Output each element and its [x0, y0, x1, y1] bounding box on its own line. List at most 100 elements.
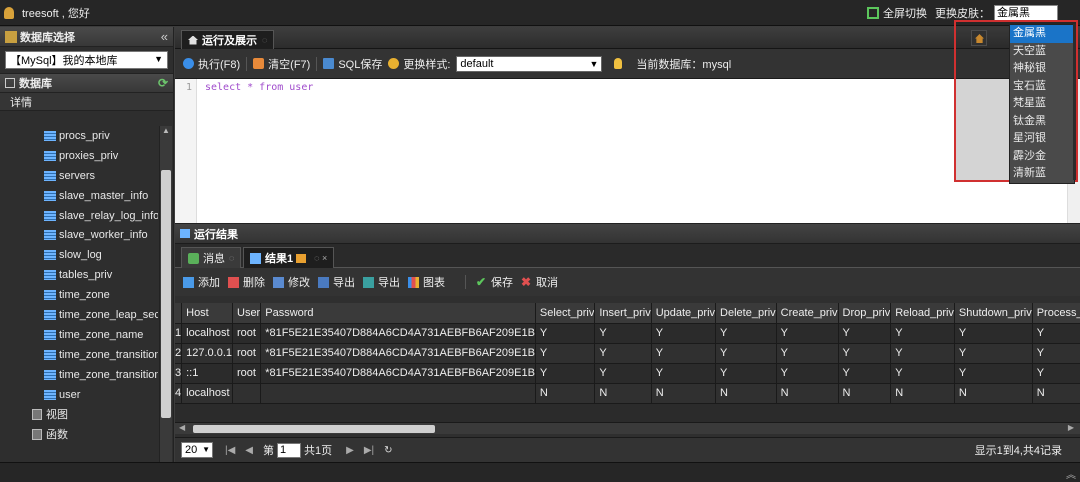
column-header[interactable]: User	[232, 303, 262, 324]
table-cell[interactable]: Y	[535, 363, 596, 384]
table-cell[interactable]: localhost	[181, 323, 233, 344]
tree-item-table[interactable]: time_zone_transition_	[0, 365, 158, 385]
table-cell[interactable]: N	[838, 383, 892, 404]
tree-item-table[interactable]: tables_priv	[0, 265, 158, 285]
table-cell[interactable]	[260, 383, 536, 404]
tab-run-and-display[interactable]: 运行及展示 ◌	[181, 30, 275, 49]
tree-item-table[interactable]: proxies_priv	[0, 146, 158, 166]
tree-item-folder[interactable]: 函数	[0, 424, 158, 441]
scroll-thumb[interactable]	[161, 170, 171, 418]
table-cell[interactable]: Y	[594, 323, 652, 344]
table-cell[interactable]: Y	[1032, 323, 1080, 344]
column-header[interactable]: Insert_priv	[594, 303, 652, 324]
sql-code[interactable]: select * from user	[205, 82, 313, 93]
table-cell[interactable]: N	[535, 383, 596, 404]
skin-select[interactable]: 金属黑	[994, 5, 1058, 21]
table-cell[interactable]: N	[954, 383, 1033, 404]
table-cell[interactable]: Y	[594, 343, 652, 364]
skin-dropdown-scrollbar[interactable]	[1073, 24, 1076, 180]
tree-item-table[interactable]: servers	[0, 166, 158, 186]
table-cell[interactable]: Y	[651, 323, 717, 344]
expand-up-icon[interactable]: ︽	[1066, 466, 1076, 481]
tree-item-table[interactable]: procs_priv	[0, 126, 158, 146]
table-cell[interactable]: N	[776, 383, 839, 404]
tab-message[interactable]: 消息 ◌	[181, 247, 242, 268]
collapse-icon[interactable]: «	[161, 29, 168, 44]
skin-option[interactable]: 清新蓝	[1010, 165, 1074, 183]
tree-item-table[interactable]: slave_relay_log_info	[0, 206, 158, 226]
table-cell[interactable]: Y	[594, 363, 652, 384]
table-cell[interactable]: Y	[535, 323, 596, 344]
skin-option[interactable]: 梵星蓝	[1010, 95, 1074, 113]
table-cell[interactable]: Y	[890, 323, 955, 344]
tree-item-table[interactable]: slave_master_info	[0, 186, 158, 206]
table-cell[interactable]: Y	[776, 323, 839, 344]
detail-label[interactable]: 详情	[0, 93, 173, 111]
page-size-select[interactable]: 20 ▼	[181, 442, 213, 458]
column-header[interactable]: Select_priv	[535, 303, 596, 324]
skin-option[interactable]: 宝石蓝	[1010, 78, 1074, 96]
tree-item-table[interactable]: slow_log	[0, 245, 158, 265]
table-cell[interactable]: Y	[715, 363, 777, 384]
column-header[interactable]: Reload_priv	[890, 303, 955, 324]
column-header[interactable]: Shutdown_priv	[954, 303, 1033, 324]
close-icon[interactable]: ◌	[229, 253, 234, 263]
table-row[interactable]: 4 localhost N N N N N N N N N	[175, 383, 1080, 404]
column-header[interactable]: Update_priv	[651, 303, 717, 324]
table-row[interactable]: 2 127.0.0.1 root *81F5E21E35407D884A6CD4A73…	[175, 343, 1080, 364]
table-cell[interactable]: Y	[1032, 343, 1080, 364]
table-cell[interactable]: Y	[954, 343, 1033, 364]
save-button[interactable]: ✔ 保存	[476, 274, 513, 290]
table-cell[interactable]: ::1	[181, 363, 233, 384]
prev-page-icon[interactable]: ◀	[245, 445, 253, 456]
skin-option[interactable]: 钛金黑	[1010, 113, 1074, 131]
scroll-left-icon[interactable]: ◀	[179, 423, 185, 432]
tree-item-table[interactable]: time_zone_name	[0, 325, 158, 345]
table-cell[interactable]: root	[232, 323, 262, 344]
tree-item-folder[interactable]: 视图	[0, 404, 158, 424]
scroll-up-icon[interactable]: ▲	[160, 126, 172, 140]
refresh-icon[interactable]: ⟳	[158, 76, 168, 90]
table-cell[interactable]: Y	[651, 363, 717, 384]
next-page-icon[interactable]: ▶	[346, 445, 354, 456]
tree-scrollbar[interactable]: ▲ ▼	[159, 126, 172, 482]
edit-button[interactable]: 修改	[273, 274, 310, 290]
table-cell[interactable]: Y	[776, 363, 839, 384]
table-cell[interactable]: root	[232, 343, 262, 364]
reload-icon[interactable]: ↻	[384, 445, 392, 456]
table-cell[interactable]: Y	[838, 343, 892, 364]
tree-item-table[interactable]: time_zone_leap_secor	[0, 305, 158, 325]
table-cell[interactable]: Y	[890, 363, 955, 384]
table-cell[interactable]: Y	[1032, 363, 1080, 384]
close-icon[interactable]: ◌ ×	[314, 253, 327, 263]
cancel-button[interactable]: ✖ 取消	[521, 274, 558, 290]
tree-item-table[interactable]: time_zone	[0, 285, 158, 305]
table-cell[interactable]: N	[715, 383, 777, 404]
skin-option[interactable]: 天空蓝	[1010, 43, 1074, 61]
table-cell[interactable]	[232, 383, 262, 404]
delete-button[interactable]: 删除	[228, 274, 265, 290]
column-header[interactable]: Drop_priv	[838, 303, 892, 324]
fullscreen-toggle-button[interactable]: 全屏切换	[867, 5, 927, 21]
add-button[interactable]: 添加	[183, 274, 220, 290]
skin-option[interactable]: 神秘银	[1010, 60, 1074, 78]
tab-result1[interactable]: 结果1 ◌ ×	[243, 247, 335, 268]
table-cell[interactable]: Y	[838, 363, 892, 384]
clear-button[interactable]: 清空(F7)	[253, 56, 310, 72]
column-header[interactable]: Create_priv	[776, 303, 839, 324]
table-cell[interactable]: Y	[651, 343, 717, 364]
last-page-icon[interactable]: ▶|	[364, 445, 374, 456]
table-cell[interactable]: Y	[890, 343, 955, 364]
table-cell[interactable]: Y	[776, 343, 839, 364]
table-cell[interactable]: localhost	[181, 383, 233, 404]
page-number-input[interactable]: 1	[277, 442, 301, 458]
table-cell[interactable]: Y	[535, 343, 596, 364]
table-cell[interactable]: *81F5E21E35407D884A6CD4A731AEBFB6AF209E1…	[260, 343, 536, 364]
skin-option[interactable]: 金属黑	[1010, 25, 1074, 43]
skin-option[interactable]: 星河银	[1010, 130, 1074, 148]
column-header[interactable]: Delete_priv	[715, 303, 777, 324]
table-cell[interactable]: Y	[715, 323, 777, 344]
table-cell[interactable]: Y	[954, 323, 1033, 344]
table-cell[interactable]: N	[1032, 383, 1080, 404]
column-header[interactable]: Host	[181, 303, 233, 324]
